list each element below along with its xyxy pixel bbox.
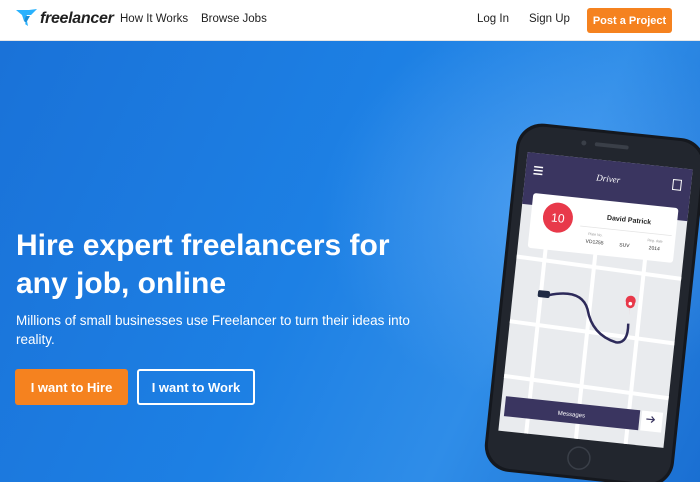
registration-year: 2014: [648, 245, 660, 252]
post-project-button[interactable]: Post a Project: [587, 8, 672, 33]
vehicle-type: SUV: [619, 242, 631, 249]
hamburger-menu-icon: [533, 165, 544, 176]
phone-mockup: Driver 10 David Patrick Plate No. VD1255…: [484, 123, 700, 482]
nav-browse-jobs-link[interactable]: Browse Jobs: [201, 13, 267, 25]
nav-sign-up-link[interactable]: Sign Up: [529, 13, 570, 25]
freelancer-logo[interactable]: freelancer: [16, 9, 114, 29]
car-icon: [537, 290, 550, 299]
driver-rating-number: 10: [551, 210, 566, 225]
nav-log-in-link[interactable]: Log In: [477, 13, 509, 25]
nav-how-it-works-link[interactable]: How It Works: [120, 13, 188, 25]
top-navbar: freelancer How It Works Browse Jobs Log …: [0, 0, 700, 41]
logo-wordmark: freelancer: [40, 10, 114, 27]
hero-section: Hire expert freelancers for any job, onl…: [0, 41, 700, 482]
freelancer-bird-icon: [16, 9, 37, 26]
